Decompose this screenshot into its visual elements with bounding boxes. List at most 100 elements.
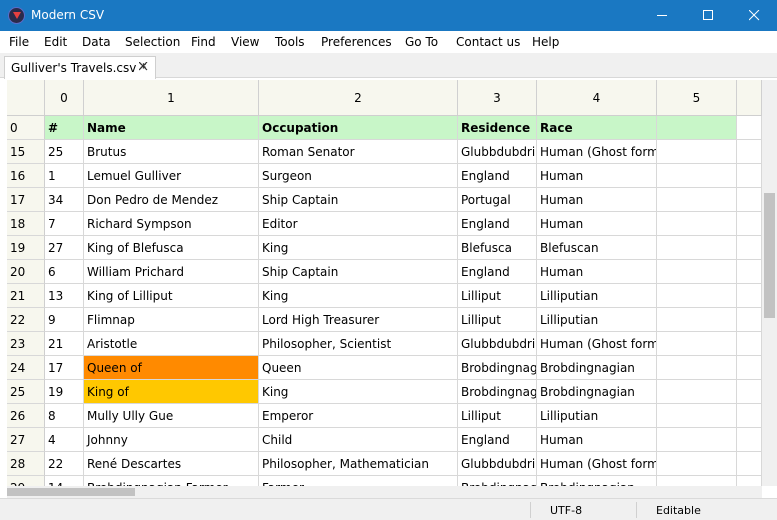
table-cell[interactable] [657,404,737,428]
table-cell[interactable]: 27 [45,236,84,260]
table-cell[interactable]: Brobdingnag [458,356,537,380]
table-cell[interactable] [657,332,737,356]
row-header[interactable]: 22 [7,308,45,332]
table-cell[interactable]: Brutus [84,140,259,164]
row-header[interactable]: 16 [7,164,45,188]
table-cell[interactable]: 34 [45,188,84,212]
table-cell[interactable]: 21 [45,332,84,356]
table-cell[interactable]: 4 [45,428,84,452]
table-cell[interactable] [657,428,737,452]
row-header[interactable]: 28 [7,452,45,476]
table-cell[interactable]: Don Pedro de Mendez [84,188,259,212]
table-cell[interactable]: Human (Ghost form) [537,332,657,356]
minimize-button[interactable] [639,0,685,31]
table-cell[interactable]: Johnny [84,428,259,452]
menu-file[interactable]: File [9,35,29,49]
table-cell[interactable]: Human [537,164,657,188]
table-cell[interactable]: Lilliput [458,308,537,332]
header-cell[interactable] [657,116,737,140]
table-cell[interactable]: Brobdingnag [458,476,537,486]
table-cell[interactable]: 22 [45,452,84,476]
table-cell[interactable] [737,428,762,452]
column-header[interactable]: 3 [458,80,537,116]
row-header[interactable]: 21 [7,284,45,308]
table-cell[interactable]: King of [84,380,259,404]
table-cell[interactable] [657,260,737,284]
table-cell[interactable]: Blefuscan [537,236,657,260]
row-header[interactable]: 18 [7,212,45,236]
column-header[interactable]: 5 [657,80,737,116]
table-cell[interactable] [737,476,762,486]
menu-view[interactable]: View [231,35,259,49]
table-cell[interactable] [737,356,762,380]
table-cell[interactable] [657,284,737,308]
table-cell[interactable] [737,164,762,188]
table-cell[interactable]: Human [537,212,657,236]
row-header[interactable]: 27 [7,428,45,452]
table-cell[interactable]: 1 [45,164,84,188]
header-cell[interactable]: Residence [458,116,537,140]
table-cell[interactable] [657,164,737,188]
table-cell[interactable]: Roman Senator [259,140,458,164]
row-header[interactable]: 23 [7,332,45,356]
row-header[interactable]: 25 [7,380,45,404]
table-cell[interactable]: King [259,380,458,404]
table-cell[interactable]: Human (Ghost form) [537,452,657,476]
table-cell[interactable]: Richard Sympson [84,212,259,236]
table-cell[interactable]: William Prichard [84,260,259,284]
row-header[interactable]: 26 [7,404,45,428]
spreadsheet-grid[interactable]: 0 1 2 3 4 5 0 # Name Occupation Residence Race 15 25 B… [7,80,762,486]
header-cell[interactable]: Race [537,116,657,140]
table-cell[interactable]: 8 [45,404,84,428]
table-cell[interactable]: Editor [259,212,458,236]
table-cell[interactable]: 14 [45,476,84,486]
row-header[interactable]: 24 [7,356,45,380]
table-cell[interactable]: Human [537,428,657,452]
table-cell[interactable] [657,212,737,236]
table-cell[interactable]: Glubbdubdrib [458,452,537,476]
table-cell[interactable]: Glubbdubdrib [458,332,537,356]
table-cell[interactable] [737,260,762,284]
table-cell[interactable] [657,236,737,260]
table-cell[interactable]: René Descartes [84,452,259,476]
table-cell[interactable] [657,452,737,476]
row-header[interactable]: 19 [7,236,45,260]
vertical-scrollbar[interactable] [762,80,777,486]
table-cell[interactable]: King of Blefusca [84,236,259,260]
table-cell[interactable] [657,188,737,212]
table-cell[interactable]: Glubbdubdrib [458,140,537,164]
table-cell[interactable]: Philosopher, Scientist [259,332,458,356]
table-cell[interactable]: Lilliput [458,284,537,308]
table-cell[interactable]: Lilliputian [537,308,657,332]
column-header[interactable]: 2 [259,80,458,116]
table-cell[interactable]: Queen of [84,356,259,380]
table-cell[interactable] [737,452,762,476]
table-cell[interactable]: Farmer [259,476,458,486]
table-cell[interactable]: Lilliputian [537,404,657,428]
header-cell[interactable]: # [45,116,84,140]
table-cell[interactable] [737,380,762,404]
horizontal-scrollbar[interactable] [7,486,762,498]
table-cell[interactable] [737,404,762,428]
menu-find[interactable]: Find [191,35,216,49]
table-cell[interactable]: Lilliputian [537,284,657,308]
header-cell[interactable]: Name [84,116,259,140]
table-cell[interactable]: 19 [45,380,84,404]
table-cell[interactable] [657,476,737,486]
table-cell[interactable]: Brobdingnagian [537,476,657,486]
table-cell[interactable] [657,380,737,404]
table-cell[interactable]: Human (Ghost form) [537,140,657,164]
table-cell[interactable]: Emperor [259,404,458,428]
tab-close-button[interactable] [138,60,150,74]
table-cell[interactable]: King [259,284,458,308]
table-cell[interactable]: Surgeon [259,164,458,188]
table-cell[interactable] [737,284,762,308]
table-cell[interactable]: 17 [45,356,84,380]
menu-selection[interactable]: Selection [125,35,180,49]
table-cell[interactable]: 7 [45,212,84,236]
vertical-scroll-thumb[interactable] [764,193,775,318]
table-cell[interactable]: 9 [45,308,84,332]
table-cell[interactable] [737,332,762,356]
menu-go-to[interactable]: Go To [405,35,438,49]
table-cell[interactable]: Child [259,428,458,452]
